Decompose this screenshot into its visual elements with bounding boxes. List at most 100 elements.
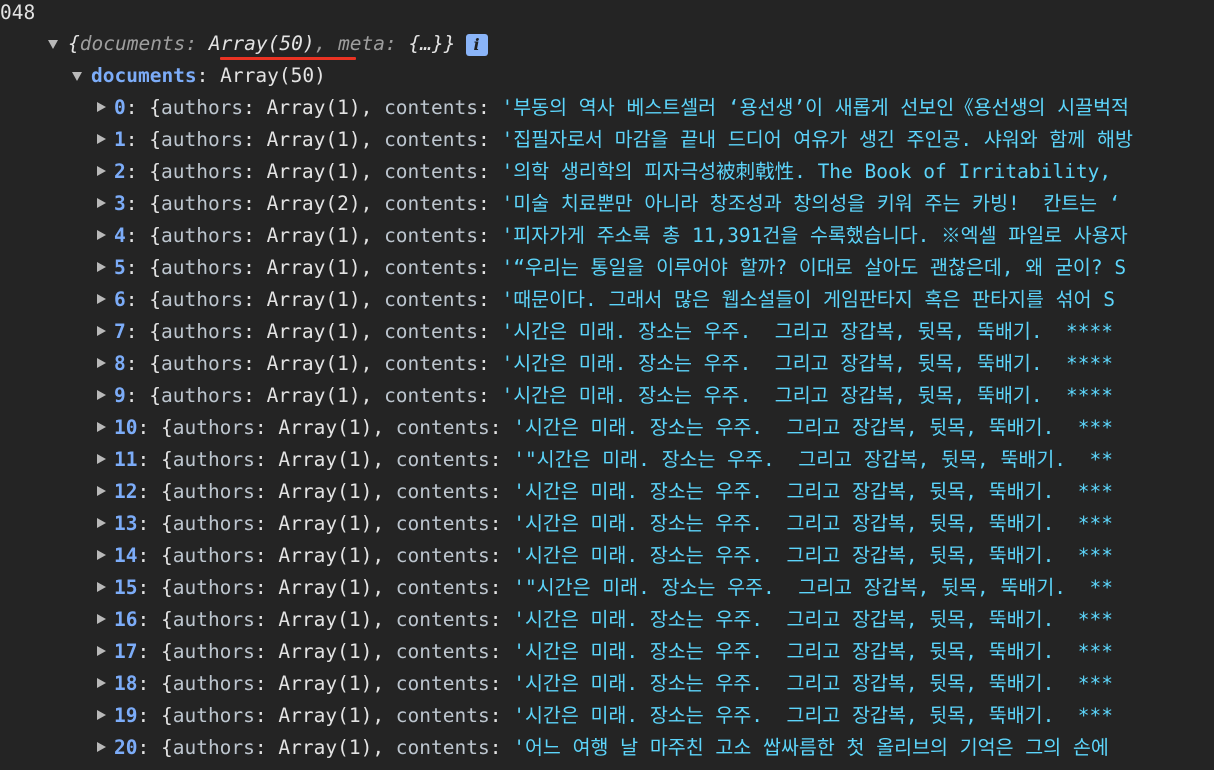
object-summary: {documents: Array(50), meta: {…}} i — [68, 28, 488, 60]
authors-key: authors — [172, 736, 255, 759]
document-row[interactable]: 11: {authors: Array(1), contents: '"시간은 … — [0, 444, 1214, 476]
row-index: 17 — [114, 640, 138, 663]
authors-key: authors — [160, 288, 244, 311]
row-index: 14 — [114, 544, 138, 567]
contents-key: contents — [384, 256, 478, 279]
collapse-triangle-icon[interactable] — [97, 678, 106, 688]
contents-key: contents — [384, 128, 478, 151]
document-row[interactable]: 6: {authors: Array(1), contents: '때문이다. … — [0, 284, 1214, 316]
contents-key: contents — [384, 192, 478, 215]
collapse-triangle-icon[interactable] — [97, 166, 106, 176]
authors-value: Array(1) — [278, 416, 373, 439]
document-row[interactable]: 9: {authors: Array(1), contents: '시간은 미래… — [0, 380, 1214, 412]
row-index: 6 — [114, 288, 126, 311]
authors-key: authors — [160, 352, 244, 375]
object-summary-row[interactable]: {documents: Array(50), meta: {…}} i — [0, 28, 1214, 60]
expand-triangle-icon[interactable] — [48, 40, 58, 49]
contents-value: '시간은 미래. 장소는 우주. 그리고 장갑복, 뒷목, 뚝배기. **** — [501, 384, 1114, 407]
contents-key: contents — [395, 672, 490, 695]
authors-key: authors — [172, 512, 255, 535]
collapse-triangle-icon[interactable] — [97, 422, 106, 432]
authors-key: authors — [172, 704, 255, 727]
contents-key: contents — [395, 448, 490, 471]
collapse-triangle-icon[interactable] — [97, 550, 106, 560]
document-row[interactable]: 20: {authors: Array(1), contents: '어느 여행… — [0, 732, 1214, 764]
document-row[interactable]: 16: {authors: Array(1), contents: '시간은 미… — [0, 604, 1214, 636]
collapse-triangle-icon[interactable] — [97, 486, 106, 496]
document-row[interactable]: 5: {authors: Array(1), contents: '“우리는 통… — [0, 252, 1214, 284]
collapse-triangle-icon[interactable] — [97, 102, 106, 112]
contents-value: '의학 생리학의 피자극성被刺戟性. The Book of Irritabil… — [501, 160, 1112, 183]
document-row[interactable]: 3: {authors: Array(2), contents: '미술 치료뿐… — [0, 188, 1214, 220]
info-icon[interactable]: i — [465, 33, 488, 56]
collapse-triangle-icon[interactable] — [97, 582, 106, 592]
collapse-triangle-icon[interactable] — [97, 390, 106, 400]
contents-key: contents — [384, 384, 478, 407]
collapse-triangle-icon[interactable] — [97, 198, 106, 208]
collapse-triangle-icon[interactable] — [97, 518, 106, 528]
collapse-triangle-icon[interactable] — [97, 358, 106, 368]
document-row[interactable]: 19: {authors: Array(1), contents: '시간은 미… — [0, 700, 1214, 732]
contents-value: '시간은 미래. 장소는 우주. 그리고 장갑복, 뒷목, 뚝배기. *** — [513, 416, 1114, 439]
collapse-triangle-icon[interactable] — [97, 742, 106, 752]
collapse-triangle-icon[interactable] — [97, 710, 106, 720]
authors-key: authors — [160, 128, 244, 151]
contents-value: '시간은 미래. 장소는 우주. 그리고 장갑복, 뒷목, 뚝배기. **** — [501, 320, 1114, 343]
expand-triangle-icon[interactable] — [72, 72, 82, 81]
authors-value: Array(1) — [278, 448, 373, 471]
row-index: 8 — [114, 352, 126, 375]
document-row[interactable]: 0: {authors: Array(1), contents: '부동의 역사… — [0, 92, 1214, 124]
document-row[interactable]: 10: {authors: Array(1), contents: '시간은 미… — [0, 412, 1214, 444]
authors-key: authors — [172, 544, 255, 567]
row-index: 0 — [114, 96, 126, 119]
collapse-triangle-icon[interactable] — [97, 646, 106, 656]
contents-value: '시간은 미래. 장소는 우주. 그리고 장갑복, 뒷목, 뚝배기. *** — [513, 608, 1114, 631]
documents-summary-value: Array(50) — [208, 32, 315, 55]
document-row[interactable]: 1: {authors: Array(1), contents: '집필자로서 … — [0, 124, 1214, 156]
document-row[interactable]: 7: {authors: Array(1), contents: '시간은 미래… — [0, 316, 1214, 348]
document-row[interactable]: 17: {authors: Array(1), contents: '시간은 미… — [0, 636, 1214, 668]
contents-value: '시간은 미래. 장소는 우주. 그리고 장갑복, 뒷목, 뚝배기. *** — [513, 704, 1114, 727]
authors-key: authors — [160, 96, 244, 119]
collapse-triangle-icon[interactable] — [97, 454, 106, 464]
contents-value: '시간은 미래. 장소는 우주. 그리고 장갑복, 뒷목, 뚝배기. *** — [513, 640, 1114, 663]
contents-value: '시간은 미래. 장소는 우주. 그리고 장갑복, 뒷목, 뚝배기. *** — [513, 672, 1114, 695]
collapse-triangle-icon[interactable] — [97, 326, 106, 336]
contents-key: contents — [395, 416, 490, 439]
document-row[interactable]: 13: {authors: Array(1), contents: '시간은 미… — [0, 508, 1214, 540]
document-row[interactable]: 4: {authors: Array(1), contents: '피자가게 주… — [0, 220, 1214, 252]
authors-value: Array(1) — [266, 96, 361, 119]
authors-value: Array(1) — [278, 480, 373, 503]
documents-row[interactable]: documents: Array(50) — [0, 60, 1214, 92]
contents-value: '시간은 미래. 장소는 우주. 그리고 장갑복, 뒷목, 뚝배기. *** — [513, 480, 1114, 503]
authors-value: Array(1) — [278, 544, 373, 567]
row-index: 11 — [114, 448, 138, 471]
document-row[interactable]: 15: {authors: Array(1), contents: '"시간은 … — [0, 572, 1214, 604]
authors-value: Array(1) — [266, 160, 361, 183]
authors-key: authors — [160, 256, 244, 279]
collapse-triangle-icon[interactable] — [97, 614, 106, 624]
collapse-triangle-icon[interactable] — [97, 230, 106, 240]
contents-value: '어느 여행 날 마주친 고소 쌉싸름한 첫 올리브의 기억은 그의 손에 — [513, 736, 1109, 759]
collapse-triangle-icon[interactable] — [97, 134, 106, 144]
authors-value: Array(1) — [266, 128, 361, 151]
contents-key: contents — [395, 544, 490, 567]
authors-value: Array(1) — [278, 672, 373, 695]
document-row[interactable]: 14: {authors: Array(1), contents: '시간은 미… — [0, 540, 1214, 572]
authors-value: Array(1) — [278, 640, 373, 663]
document-row[interactable]: 12: {authors: Array(1), contents: '시간은 미… — [0, 476, 1214, 508]
authors-key: authors — [172, 576, 255, 599]
document-row[interactable]: 8: {authors: Array(1), contents: '시간은 미래… — [0, 348, 1214, 380]
document-row[interactable]: 2: {authors: Array(1), contents: '의학 생리학… — [0, 156, 1214, 188]
authors-key: authors — [172, 608, 255, 631]
authors-value: Array(2) — [266, 192, 361, 215]
authors-key: authors — [160, 224, 244, 247]
authors-value: Array(1) — [278, 704, 373, 727]
document-row[interactable]: 18: {authors: Array(1), contents: '시간은 미… — [0, 668, 1214, 700]
row-index: 9 — [114, 384, 126, 407]
collapse-triangle-icon[interactable] — [97, 262, 106, 272]
collapse-triangle-icon[interactable] — [97, 294, 106, 304]
authors-key: authors — [160, 192, 244, 215]
contents-key: contents — [395, 512, 490, 535]
documents-value: Array(50) — [220, 64, 326, 87]
